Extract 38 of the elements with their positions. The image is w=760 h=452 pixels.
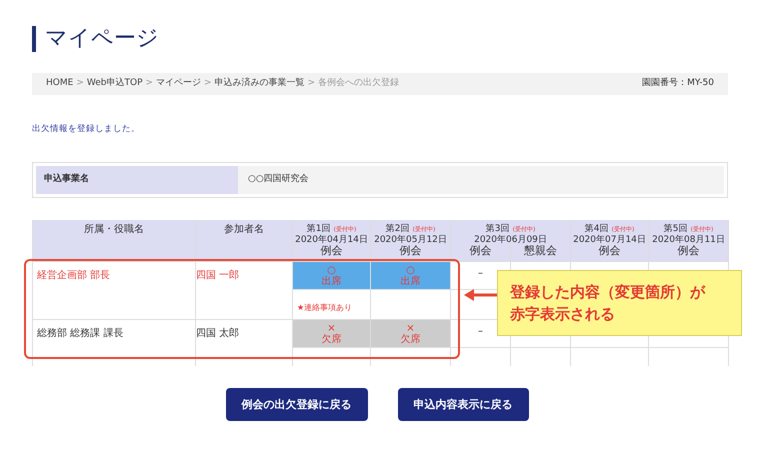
breadcrumb-separator: > [146,77,154,90]
round-title: 第5回 [664,224,688,234]
session-header: 懇親会 [510,244,570,262]
round-title: 第3回 [486,224,510,234]
info-value: ○○四国研究会 [238,166,724,194]
round-date: 2020年08月11日 [651,234,726,245]
round-date: 2020年04月14日 [294,234,369,245]
participant-name: 四国 太郎 [196,319,292,366]
session-header: 例会 [450,244,510,262]
arrow-icon [464,288,498,301]
breadcrumb-separator: > [308,77,316,90]
back-button[interactable]: 申込内容表示に戻る [398,388,528,422]
breadcrumb-link[interactable]: 申込み済みの事業一覧 [214,77,305,91]
session-header: 例会 [648,244,728,262]
column-header: 参加者名 [196,220,292,262]
back-button[interactable]: 例会の出欠登録に戻る [226,388,368,422]
round-title: 第4回 [584,224,608,234]
info-label: 申込事業名 [36,166,238,194]
callout-text: 登録した内容（変更箇所）が 赤字表示される [497,270,742,336]
breadcrumb-link[interactable]: HOME [46,77,74,91]
affiliation-cell: 経営企画部 部長 [32,261,196,320]
breadcrumb-separator: > [76,77,84,90]
participant-name: 四国 一郎 [196,261,292,320]
breadcrumb-current: 各例会への出欠登録 [318,77,400,90]
round-date: 2020年05月12日 [373,234,448,245]
breadcrumb-link[interactable]: マイページ [156,77,202,91]
status-message: 出欠情報を登録しました。 [32,123,141,136]
group-number: 園園番号：MY-50 [642,77,714,90]
breadcrumb-link[interactable]: Web申込TOP [86,77,142,91]
breadcrumb-separator: > [204,77,212,90]
round-date: 2020年07月14日 [572,234,647,245]
page-title: マイページ [32,26,159,52]
round-date: 2020年06月09日 [473,234,548,245]
column-header: 所属・役職名 [32,220,196,262]
session-header: 例会 [570,244,648,262]
round-title: 第2回 [386,224,410,234]
round-title: 第1回 [306,224,330,234]
affiliation-cell: 総務部 総務課 課長 [32,319,196,366]
